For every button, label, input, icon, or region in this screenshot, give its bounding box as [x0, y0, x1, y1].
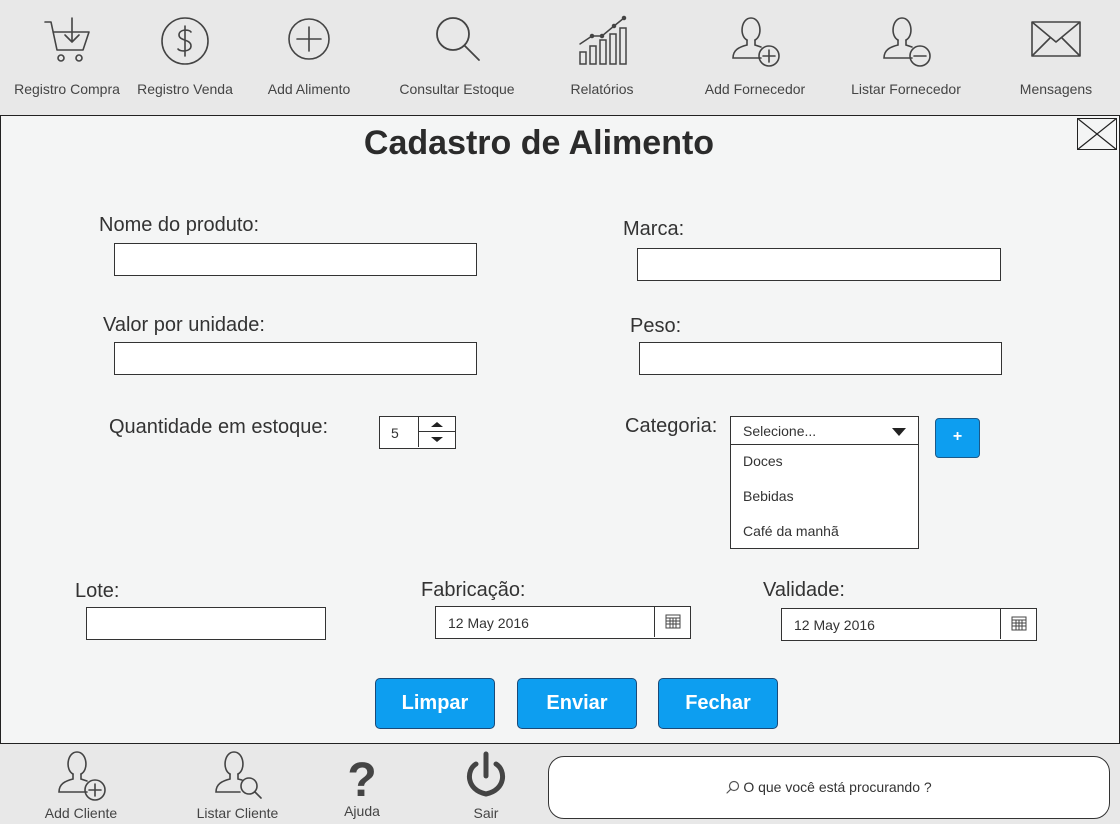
close-icon: [1078, 119, 1116, 149]
peso-input[interactable]: [639, 342, 1002, 375]
user-add-icon: [53, 748, 109, 804]
question-icon: ?: [334, 748, 390, 804]
fabricacao-date-picker[interactable]: 12 May 2016: [435, 606, 691, 639]
bottom-toolbar: Add Cliente Listar Cliente ? Ajuda Sair …: [0, 744, 1120, 824]
user-remove-icon: [878, 14, 934, 70]
search-icon: [429, 14, 485, 70]
relatorios-button[interactable]: Relatórios: [550, 0, 654, 112]
registro-compra-label: Registro Compra: [14, 81, 120, 97]
quantidade-value: 5: [391, 425, 399, 441]
categoria-label: Categoria:: [625, 415, 718, 437]
mensagens-label: Mensagens: [1019, 81, 1093, 97]
consultar-estoque-label: Consultar Estoque: [399, 81, 515, 97]
close-button[interactable]: [1077, 118, 1117, 150]
arrow-up-icon: [431, 422, 443, 427]
chart-icon: [574, 14, 630, 70]
peso-label: Peso:: [630, 315, 682, 337]
stepper-buttons: [418, 417, 455, 447]
listar-cliente-button[interactable]: Listar Cliente: [185, 744, 290, 824]
ajuda-label: Ajuda: [344, 803, 380, 819]
user-add-icon: [727, 14, 783, 70]
mensagens-button[interactable]: Mensagens: [1010, 0, 1102, 112]
arrow-down-icon: [431, 437, 443, 442]
listar-fornecedor-label: Listar Fornecedor: [851, 81, 961, 97]
fabricacao-value: 12 May 2016: [448, 615, 529, 631]
lote-label: Lote:: [75, 580, 120, 602]
search-placeholder-row: O que você está procurando ?: [549, 779, 1109, 795]
registro-compra-button[interactable]: Registro Compra: [5, 0, 129, 112]
add-alimento-button[interactable]: Add Alimento: [254, 0, 364, 112]
top-toolbar: Registro Compra Registro Venda Add Alime…: [0, 0, 1120, 115]
lote-input[interactable]: [86, 607, 326, 640]
categoria-option-bebidas[interactable]: Bebidas: [743, 488, 794, 504]
cadastro-alimento-panel: Cadastro de Alimento Nome do produto: Ma…: [0, 115, 1120, 744]
add-alimento-label: Add Alimento: [267, 81, 351, 97]
add-cliente-button[interactable]: Add Cliente: [30, 744, 132, 824]
ajuda-button[interactable]: ? Ajuda: [322, 744, 402, 824]
valor-input[interactable]: [114, 342, 477, 375]
search-icon: [726, 780, 740, 794]
search-input[interactable]: O que você está procurando ?: [548, 756, 1110, 819]
page-title: Cadastro de Alimento: [363, 124, 715, 162]
categoria-option-doces[interactable]: Doces: [743, 453, 783, 469]
decrement-button[interactable]: [419, 432, 455, 447]
marca-input[interactable]: [637, 248, 1001, 281]
add-categoria-button[interactable]: +: [935, 418, 980, 458]
marca-label: Marca:: [623, 218, 685, 240]
quantidade-stepper[interactable]: 5: [379, 416, 456, 449]
envelope-icon: [1028, 14, 1084, 70]
categoria-option-cafe[interactable]: Café da manhã: [743, 523, 839, 539]
add-cliente-label: Add Cliente: [44, 805, 118, 821]
power-icon: [458, 748, 514, 804]
validade-label: Validade:: [763, 579, 845, 601]
relatorios-label: Relatórios: [570, 81, 634, 97]
validade-calendar-button[interactable]: [1000, 609, 1036, 639]
fabricacao-calendar-button[interactable]: [654, 607, 690, 637]
limpar-button[interactable]: Limpar: [375, 678, 495, 729]
fechar-button[interactable]: Fechar: [658, 678, 778, 729]
cart-download-icon: [39, 14, 95, 70]
registro-venda-button[interactable]: Registro Venda: [130, 0, 240, 112]
sair-label: Sair: [473, 805, 499, 821]
increment-button[interactable]: [419, 417, 455, 432]
quantidade-label: Quantidade em estoque:: [109, 416, 329, 438]
dollar-icon: [157, 14, 213, 70]
plus-circle-icon: [281, 14, 337, 70]
search-placeholder: O que você está procurando ?: [743, 779, 932, 795]
calendar-icon: [665, 614, 681, 629]
add-fornecedor-button[interactable]: Add Fornecedor: [700, 0, 810, 112]
categoria-select[interactable]: Selecione...: [730, 416, 919, 445]
fabricacao-label: Fabricação:: [421, 579, 526, 601]
chevron-down-icon: [892, 428, 906, 436]
listar-fornecedor-button[interactable]: Listar Fornecedor: [845, 0, 967, 112]
sair-button[interactable]: Sair: [446, 744, 526, 824]
calendar-icon: [1011, 616, 1027, 631]
categoria-dropdown: Doces Bebidas Café da manhã: [730, 445, 919, 549]
enviar-button[interactable]: Enviar: [517, 678, 637, 729]
add-fornecedor-label: Add Fornecedor: [704, 81, 806, 97]
user-search-icon: [210, 748, 266, 804]
categoria-selected: Selecione...: [743, 423, 817, 439]
nome-label: Nome do produto:: [99, 214, 260, 236]
registro-venda-label: Registro Venda: [137, 81, 233, 97]
nome-input[interactable]: [114, 243, 477, 276]
valor-label: Valor por unidade:: [103, 314, 265, 336]
validade-value: 12 May 2016: [794, 617, 875, 633]
validade-date-picker[interactable]: 12 May 2016: [781, 608, 1037, 641]
consultar-estoque-button[interactable]: Consultar Estoque: [391, 0, 523, 112]
svg-text:?: ?: [347, 754, 376, 804]
listar-cliente-label: Listar Cliente: [196, 805, 279, 821]
